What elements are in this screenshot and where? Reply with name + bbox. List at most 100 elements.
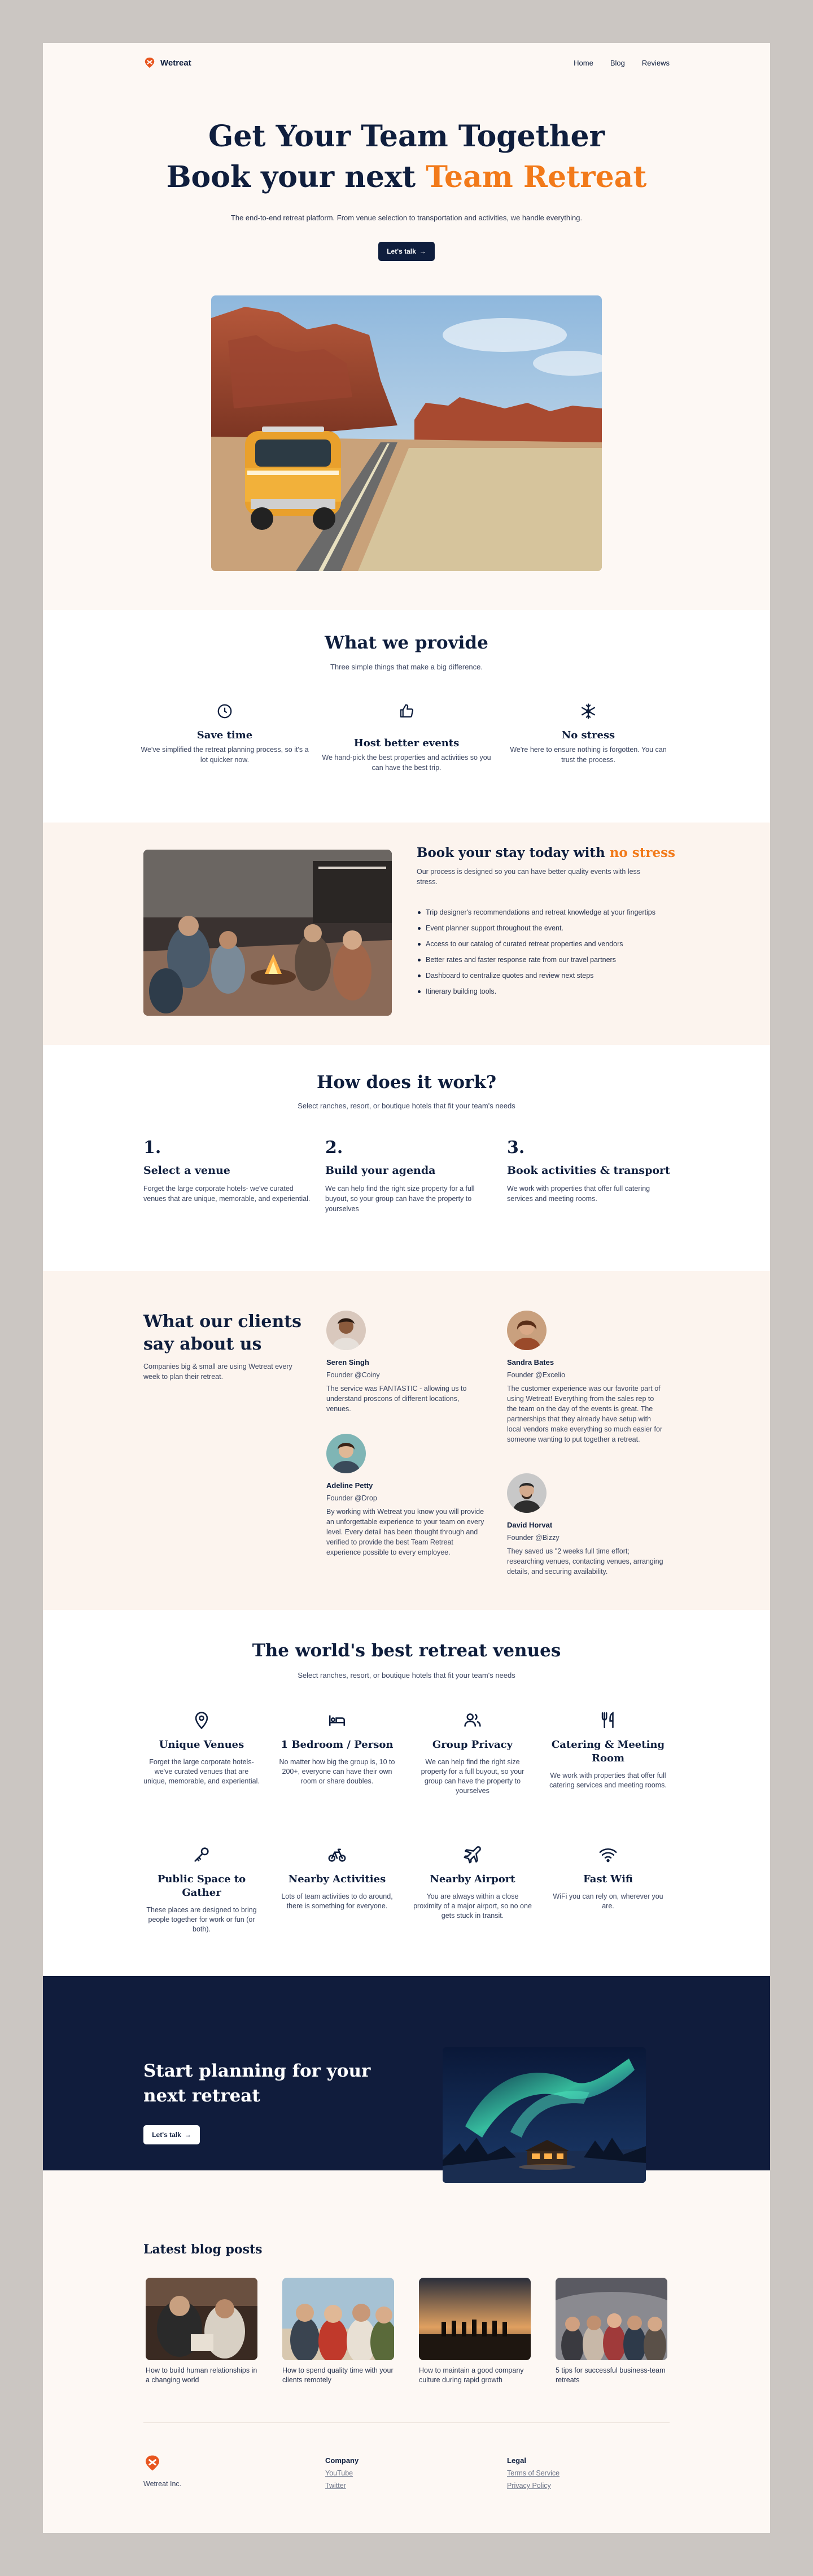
venue-feature-title: Nearby Activities — [288, 1873, 386, 1885]
venues-title: The world's best retreat venues — [252, 1641, 561, 1661]
venue-feature: Fast Wifi WiFi you can rely on, wherever… — [549, 1845, 667, 1911]
footer-logo-icon[interactable] — [143, 2454, 161, 2472]
hero-cta-label: Let's talk — [387, 247, 416, 255]
provide-item-text: We're here to ensure nothing is forgotte… — [510, 746, 667, 764]
clock-icon — [217, 704, 232, 719]
footer-link-terms[interactable]: Terms of Service — [507, 2469, 560, 2477]
bed-icon — [329, 1715, 346, 1726]
venue-feature-title: Group Privacy — [432, 1739, 513, 1751]
how-step-2: 2. Build your agenda We can help find th… — [325, 1138, 495, 1214]
avatar — [507, 1473, 547, 1513]
testimonial-text: By working with Wetreat you know you wil… — [326, 1508, 484, 1556]
nav-link-blog[interactable]: Blog — [610, 59, 625, 67]
venue-feature-title: 1 Bedroom / Person — [281, 1739, 394, 1751]
testimonials-title: What our clients say about us — [143, 1312, 302, 1354]
venue-feature-text: We can help find the right size property… — [421, 1758, 524, 1795]
wifi-icon — [599, 1848, 617, 1863]
list-item: Access to our catalog of curated retreat… — [417, 939, 659, 949]
testimonials-subtitle: Companies big & small are using Wetreat … — [143, 1363, 292, 1381]
testimonial-card: David Horvat Founder @Bizzy They saved u… — [507, 1473, 665, 1577]
provide-item-title: Host better events — [353, 737, 460, 749]
testimonial-role: Founder @Bizzy — [507, 1534, 560, 1542]
blog-title: Latest blog posts — [143, 2242, 263, 2257]
footer-link-privacy[interactable]: Privacy Policy — [507, 2482, 560, 2490]
page: Wetreat Home Blog Reviews Get Your Team … — [43, 43, 770, 2533]
nav-link-reviews[interactable]: Reviews — [642, 59, 670, 67]
blog-post-title: 5 tips for successful business-team retr… — [556, 2366, 666, 2384]
venue-feature: Catering & Meeting Room We work with pro… — [549, 1711, 667, 1790]
list-item: Trip designer's recommendations and retr… — [417, 907, 659, 917]
testimonial-card: Seren Singh Founder @Coiny The service w… — [326, 1311, 484, 1414]
venue-feature-title: Fast Wifi — [583, 1873, 633, 1885]
aurora-illustration — [443, 2047, 646, 2183]
blog-post-card[interactable]: How to build human relationships in a ch… — [146, 2278, 257, 2385]
testimonial-text: They saved us "2 weeks full time effort;… — [507, 1547, 663, 1576]
plane-icon — [464, 1846, 481, 1864]
blog-post-image — [146, 2278, 257, 2360]
footer-copyright: Wetreat Inc. — [143, 2480, 182, 2488]
testimonial-name: Sandra Bates — [507, 1358, 554, 1367]
venue-feature: 1 Bedroom / Person No matter how big the… — [278, 1711, 396, 1786]
footer-link-twitter[interactable]: Twitter — [325, 2482, 359, 2490]
step-text: We work with properties that offer full … — [507, 1185, 650, 1203]
arrow-right-icon: → — [419, 247, 426, 255]
how-subtitle: Select ranches, resort, or boutique hote… — [298, 1102, 515, 1110]
step-number: 3. — [507, 1138, 525, 1158]
venue-feature-text: Lots of team activities to do around, th… — [281, 1892, 393, 1910]
blog-post-image — [282, 2278, 394, 2360]
footer-company-column: Company YouTube Twitter — [325, 2456, 359, 2494]
venue-feature-text: You are always within a close proximity … — [413, 1892, 532, 1920]
provide-item-text: We hand-pick the best properties and act… — [322, 754, 491, 772]
hero-cta-button[interactable]: Let's talk → — [378, 242, 435, 261]
step-title: Build your agenda — [325, 1164, 436, 1177]
bike-icon — [328, 1848, 346, 1862]
thumbs-up-icon — [400, 704, 414, 718]
users-icon — [464, 1713, 481, 1727]
blog-post-image — [556, 2278, 667, 2360]
footer-link-youtube[interactable]: YouTube — [325, 2469, 359, 2477]
footer-divider — [143, 2422, 670, 2423]
provide-item-title: No stress — [561, 729, 615, 741]
venues-subtitle: Select ranches, resort, or boutique hote… — [298, 1671, 515, 1679]
how-step-3: 3. Book activities & transport We work w… — [507, 1138, 676, 1204]
brand-logo[interactable]: Wetreat — [143, 56, 191, 69]
venue-feature: Nearby Activities Lots of team activitie… — [278, 1845, 396, 1911]
how-title: How does it work? — [317, 1072, 496, 1093]
blog-post-image — [419, 2278, 531, 2360]
testimonial-role: Founder @Coiny — [326, 1371, 380, 1379]
cta-button-label: Let's talk — [152, 2131, 181, 2139]
hero-subtitle: The end-to-end retreat platform. From ve… — [230, 214, 583, 222]
venue-feature: Group Privacy We can help find the right… — [413, 1711, 532, 1796]
step-number: 1. — [143, 1138, 161, 1158]
blog-post-card[interactable]: 5 tips for successful business-team retr… — [556, 2278, 667, 2385]
provide-item-host-better: Host better events We hand-pick the best… — [322, 703, 491, 773]
testimonial-name: Seren Singh — [326, 1358, 369, 1367]
blog-post-title: How to build human relationships in a ch… — [146, 2366, 257, 2384]
nav-link-home[interactable]: Home — [574, 59, 593, 67]
provide-item-title: Save time — [196, 729, 253, 741]
provide-title: What we provide — [325, 633, 488, 653]
list-item: Better rates and faster response rate fr… — [417, 955, 659, 965]
testimonial-card: Sandra Bates Founder @Excelio The custom… — [507, 1311, 665, 1444]
step-title: Book activities & transport — [507, 1164, 670, 1177]
utensils-icon — [601, 1711, 614, 1729]
venue-feature: Public Space to Gather These places are … — [142, 1845, 261, 1934]
footer-legal-column: Legal Terms of Service Privacy Policy — [507, 2456, 560, 2494]
nav-links: Home Blog Reviews — [574, 59, 670, 67]
testimonial-name: Adeline Petty — [326, 1481, 373, 1490]
cta-title: Start planning for your next retreat — [143, 2061, 371, 2106]
hero-image-van-desert — [211, 295, 602, 571]
blog-post-card[interactable]: How to spend quality time with your clie… — [282, 2278, 394, 2385]
provide-item-save-time: Save time We've simplified the retreat p… — [140, 703, 309, 765]
venue-feature-text: WiFi you can rely on, wherever you are. — [553, 1892, 663, 1910]
book-title-accent: no stress — [609, 845, 675, 860]
testimonial-text: The service was FANTASTIC - allowing us … — [326, 1385, 467, 1413]
cta-button[interactable]: Let's talk → — [143, 2125, 200, 2144]
testimonial-card: Adeline Petty Founder @Drop By working w… — [326, 1434, 484, 1557]
venue-feature-text: We work with properties that offer full … — [549, 1772, 667, 1789]
step-number: 2. — [325, 1138, 343, 1158]
step-text: We can help find the right size property… — [325, 1185, 475, 1213]
blog-post-card[interactable]: How to maintain a good company culture d… — [419, 2278, 531, 2385]
campfire-group-image — [143, 850, 392, 1016]
venue-feature: Nearby Airport You are always within a c… — [413, 1845, 532, 1921]
